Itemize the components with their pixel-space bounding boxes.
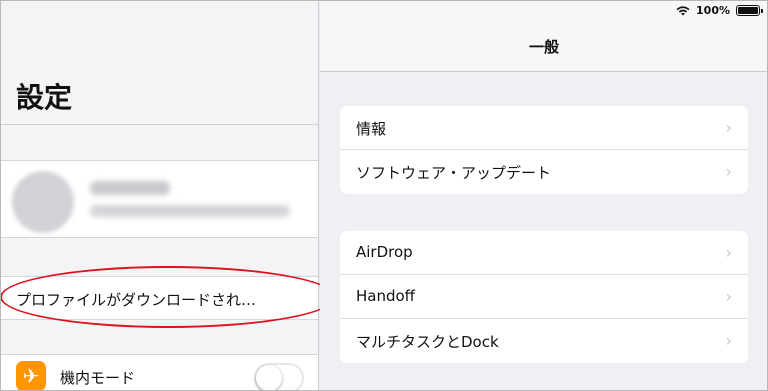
- screenshot-border: [0, 0, 768, 391]
